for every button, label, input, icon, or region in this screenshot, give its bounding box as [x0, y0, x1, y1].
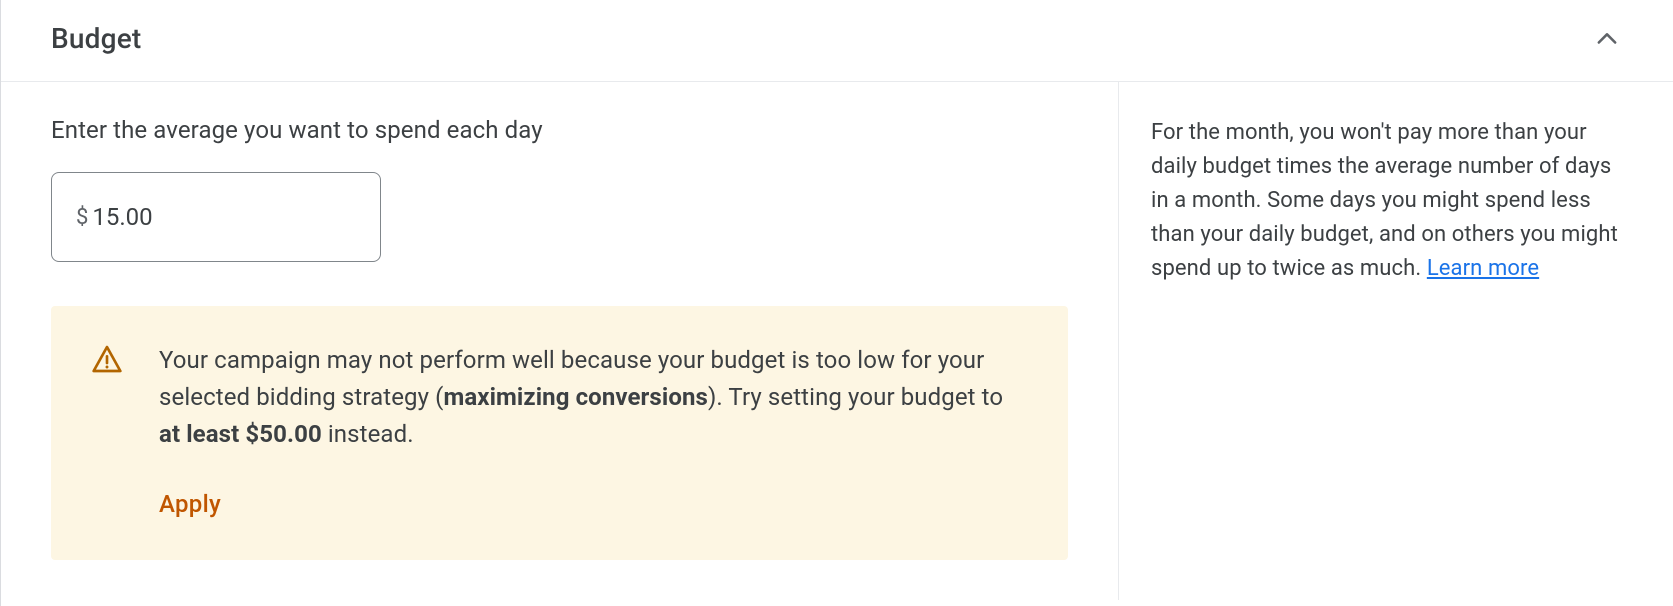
side-info-body: For the month, you won't pay more than y… — [1151, 120, 1618, 281]
apply-button[interactable]: Apply — [159, 486, 221, 522]
collapse-toggle[interactable] — [1591, 23, 1623, 55]
side-column: For the month, you won't pay more than y… — [1119, 82, 1673, 600]
alert-amount-bold: at least $50.00 — [159, 420, 322, 448]
budget-prompt-label: Enter the average you want to spend each… — [51, 116, 1068, 144]
main-column: Enter the average you want to spend each… — [1, 82, 1119, 600]
alert-message: Your campaign may not perform well becau… — [159, 342, 1028, 454]
budget-input-container[interactable]: $ — [51, 172, 381, 262]
panel-title: Budget — [51, 22, 141, 55]
warning-icon — [91, 344, 123, 522]
panel-header: Budget — [1, 0, 1673, 82]
budget-panel: Budget Enter the average you want to spe… — [0, 0, 1673, 606]
alert-strategy-bold: maximizing conversions — [443, 383, 708, 411]
budget-warning-alert: Your campaign may not perform well becau… — [51, 306, 1068, 560]
chevron-up-icon — [1593, 25, 1621, 53]
panel-body: Enter the average you want to spend each… — [1, 82, 1673, 600]
alert-text-mid: ). Try setting your budget to — [708, 383, 1003, 411]
alert-text-suffix: instead. — [322, 420, 414, 448]
learn-more-link[interactable]: Learn more — [1427, 256, 1539, 281]
currency-symbol: $ — [76, 205, 88, 230]
budget-amount-input[interactable] — [92, 203, 356, 231]
side-info-text: For the month, you won't pay more than y… — [1151, 116, 1623, 286]
alert-content: Your campaign may not perform well becau… — [159, 342, 1028, 522]
